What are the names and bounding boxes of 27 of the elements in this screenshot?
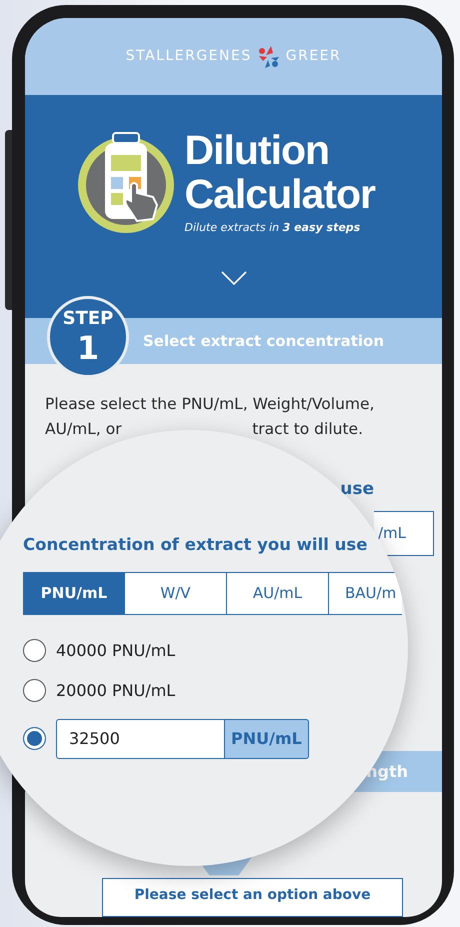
radio-button[interactable]: [23, 679, 46, 702]
brand-name: GREER: [286, 47, 342, 66]
unit-tab[interactable]: AU/mL: [227, 572, 329, 615]
radio-button[interactable]: [23, 727, 46, 750]
unit-addon: PNU/mL: [225, 718, 309, 759]
option-label: 20000 PNU/mL: [56, 680, 176, 702]
result-button[interactable]: Please select an option above: [102, 878, 403, 917]
chevron-down-icon[interactable]: [220, 270, 246, 285]
brand-name: STALLERGENES: [126, 47, 252, 66]
step-label: STEP: [62, 310, 114, 328]
unit-tab[interactable]: PNU/mL: [23, 572, 125, 615]
step-title: Select extract concentration: [143, 330, 384, 352]
unit-tab[interactable]: BAU/m: [329, 572, 402, 615]
app-tagline: Dilute extracts in 3 easy steps: [184, 220, 362, 236]
custom-value-field[interactable]: 32500: [56, 718, 225, 759]
option-label: 40000 PNU/mL: [56, 640, 176, 662]
intro-text: AU/mL, or: [45, 419, 122, 440]
app-title: Dilution Calculator: [184, 128, 376, 216]
unit-tab[interactable]: /mL: [374, 511, 434, 556]
concentration-heading: Concentration of extract you will use: [23, 534, 368, 556]
step-number: 1: [76, 332, 100, 364]
intro-text: Please select the PNU/mL, Weight/Volume,: [45, 394, 376, 416]
unit-tab[interactable]: W/V: [125, 572, 227, 615]
radio-button[interactable]: [23, 639, 46, 662]
step-title: ngth: [366, 760, 408, 783]
intro-text: tract to dilute.: [252, 419, 363, 440]
section-heading: use: [340, 478, 374, 500]
